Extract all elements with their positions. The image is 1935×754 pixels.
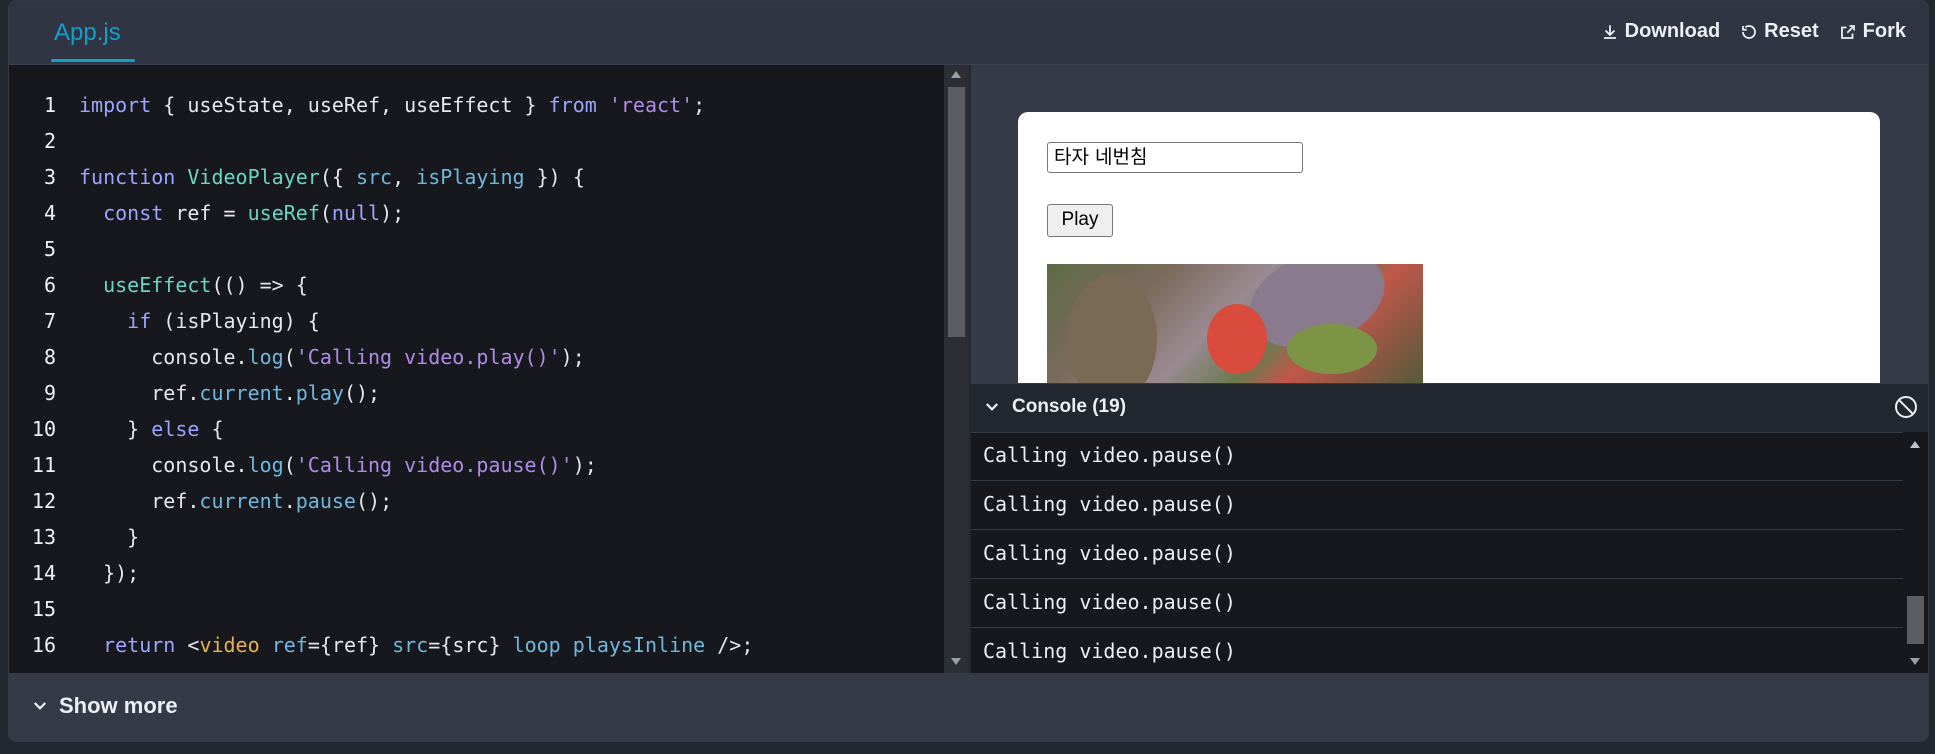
code-line: 9 ref.current.play(); [9,375,944,411]
external-link-icon [1840,24,1855,39]
console-entry: Calling video.pause() [971,628,1903,677]
code-line: 2 [9,123,944,159]
code-line: 1 import { useState, useRef, useEffect } … [9,87,944,123]
console-entry: Calling video.pause() [971,530,1903,579]
preview-card: 타자 네번침 Play [1018,112,1880,392]
line-number: 8 [43,345,56,369]
show-more-label: Show more [59,693,178,718]
code-line: 14 }); [9,555,944,591]
video-frame-shape [1287,324,1377,374]
text-input[interactable]: 타자 네번침 [1047,142,1303,173]
line-number: 13 [31,525,56,549]
code-line: 5 [9,231,944,267]
line-number: 2 [43,129,56,153]
reset-icon [1742,24,1757,39]
scroll-up-icon[interactable] [1910,441,1920,448]
sandbox-header: App.js Download Reset Fork [9,1,1928,65]
console-scrollbar-thumb[interactable] [1907,596,1924,644]
line-number: 11 [31,453,56,477]
console-scrollbar[interactable] [1903,432,1928,673]
code-line: 16 return <video ref={ref} src={src} loo… [9,627,944,663]
reset-label: Reset [1764,20,1819,42]
video-frame-shape [1067,274,1157,392]
code-line: 7 if (isPlaying) { [9,303,944,339]
line-number: 3 [43,165,56,189]
line-number: 15 [31,597,56,621]
line-number: 4 [43,201,56,225]
code-line: 15 [9,591,944,627]
line-number: 6 [43,273,56,297]
editor-scrollbar-thumb[interactable] [948,87,965,337]
console-log-list[interactable]: Calling video.pause() Calling video.paus… [971,432,1903,677]
reset-button[interactable]: Reset [1740,20,1819,43]
toolbar-actions: Download Reset Fork [1601,20,1906,43]
line-number: 7 [43,309,56,333]
code-line: 12 ref.current.pause(); [9,483,944,519]
console-panel: Console (19) Calling video.pause() Calli… [971,383,1928,677]
fork-label: Fork [1862,20,1906,42]
play-button[interactable]: Play [1047,204,1113,237]
code-editor[interactable]: 1 import { useState, useRef, useEffect } … [9,65,969,673]
download-label: Download [1624,20,1721,42]
preview-pane: 타자 네번침 Play [971,65,1928,392]
scroll-up-icon[interactable] [951,71,961,78]
fork-button[interactable]: Fork [1839,20,1906,43]
code-line: 8 console.log('Calling video.play()'); [9,339,944,375]
line-number: 5 [43,237,56,261]
active-tab-indicator [51,59,135,62]
show-more-button[interactable]: Show more [31,693,178,719]
code-line: 11 console.log('Calling video.pause()'); [9,447,944,483]
editor-scrollbar[interactable] [944,65,969,673]
chevron-down-icon[interactable] [983,398,1001,416]
video-player[interactable] [1047,264,1423,392]
console-entry: Calling video.pause() [971,432,1903,481]
console-entry: Calling video.pause() [971,481,1903,530]
code-line: 10 } else { [9,411,944,447]
clear-console-icon[interactable] [1894,395,1918,419]
line-number: 1 [43,93,56,117]
line-number: 12 [31,489,56,513]
sandbox-footer: Show more [9,673,1928,741]
code-line: 4 const ref = useRef(null); [9,195,944,231]
code-lines[interactable]: 1 import { useState, useRef, useEffect } … [9,87,944,663]
console-entry: Calling video.pause() [971,579,1903,628]
code-line: 6 useEffect(() => { [9,267,944,303]
code-line: 13 } [9,519,944,555]
sandbox-frame: App.js Download Reset Fork 1 import { use… [8,0,1929,742]
line-number: 16 [31,633,56,657]
code-line: 3 function VideoPlayer({ src, isPlaying }… [9,159,944,195]
scroll-down-icon[interactable] [951,658,961,665]
scroll-down-icon[interactable] [1910,658,1920,665]
tab-app-js[interactable]: App.js [54,19,121,47]
chevron-down-icon [33,702,47,710]
console-title: Console (19) [1012,396,1127,417]
download-icon [1603,24,1616,39]
console-header[interactable]: Console (19) [971,383,1928,433]
line-number: 14 [31,561,56,585]
line-number: 10 [31,417,56,441]
video-frame-shape [1207,304,1267,374]
line-number: 9 [43,381,56,405]
download-button[interactable]: Download [1601,20,1721,43]
